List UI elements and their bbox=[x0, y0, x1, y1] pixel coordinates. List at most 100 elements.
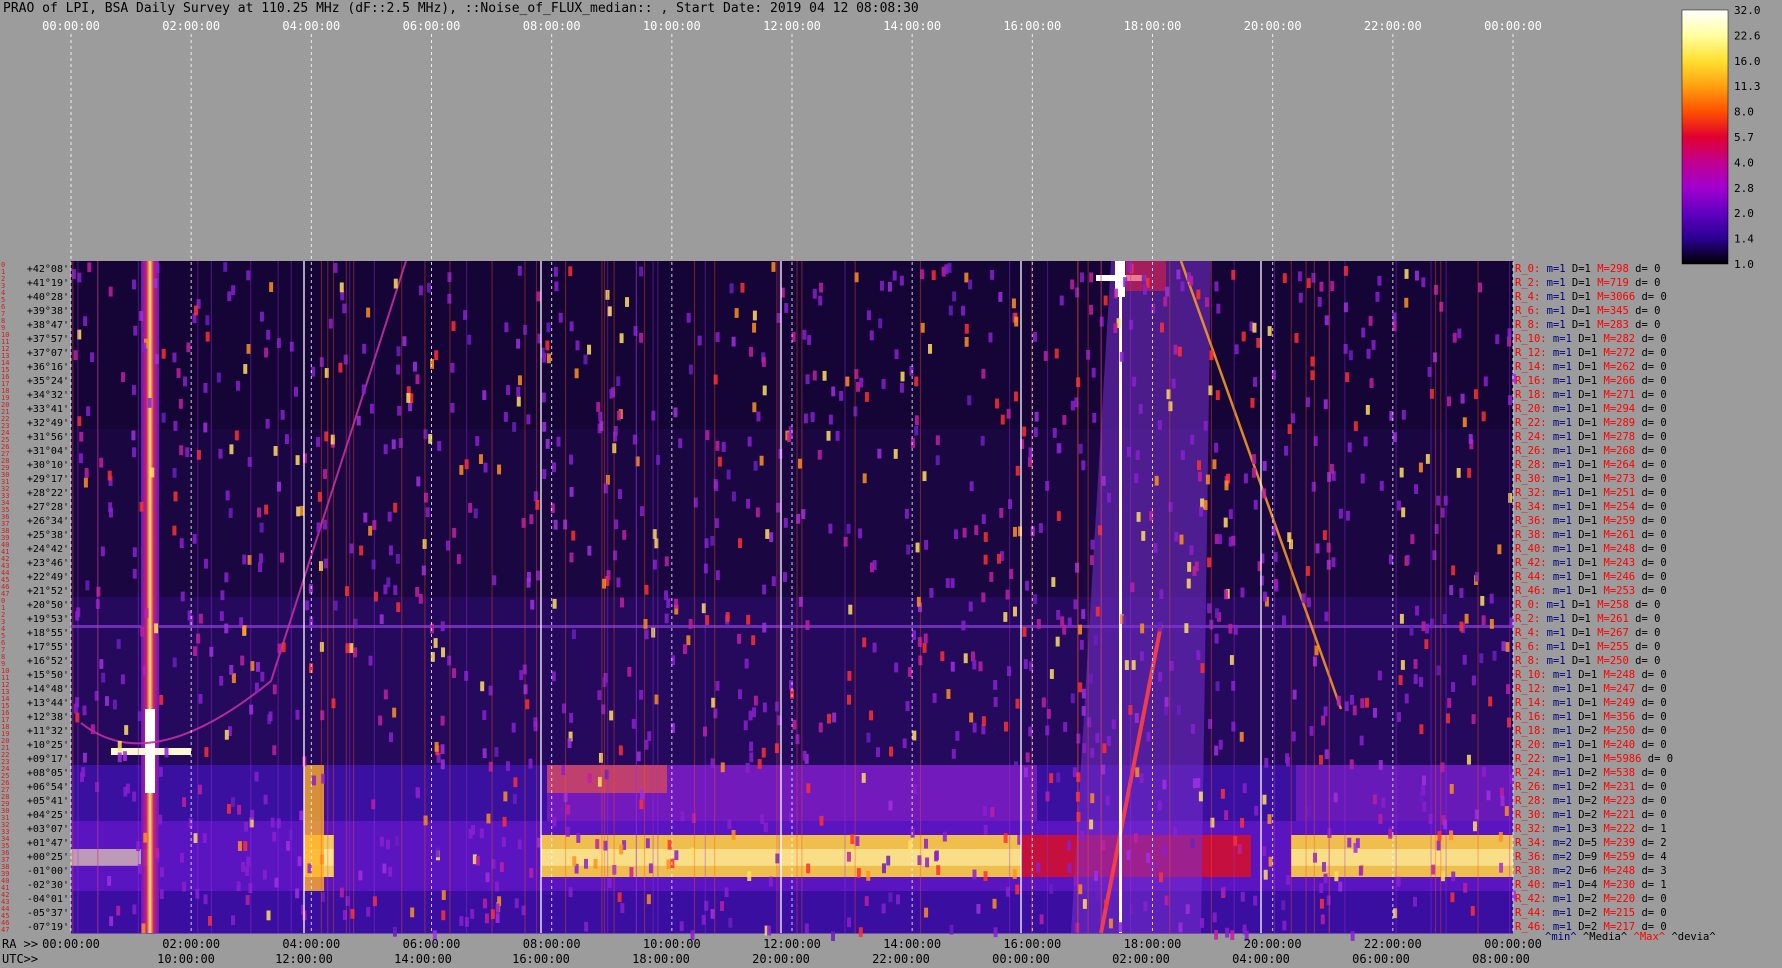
noise-pixel bbox=[753, 695, 758, 706]
noise-pixel bbox=[864, 392, 869, 402]
noise-pixel bbox=[1281, 615, 1286, 626]
row-stat-d: D=1 bbox=[1566, 319, 1591, 331]
declination-label: +39°38' bbox=[27, 306, 69, 317]
noise-pixel bbox=[1336, 695, 1341, 706]
noise-pixel bbox=[1072, 767, 1077, 778]
noise-pixel bbox=[680, 811, 685, 822]
row-number: 47 bbox=[1, 926, 9, 934]
noise-pixel bbox=[517, 375, 522, 386]
interference-stripe bbox=[1440, 261, 1442, 933]
noise-pixel bbox=[1352, 705, 1357, 716]
ra-axis-tick: 02:00:00 bbox=[162, 937, 220, 951]
noise-pixel bbox=[752, 402, 757, 413]
noise-pixel bbox=[198, 693, 203, 704]
noise-pixel bbox=[197, 784, 202, 795]
noise-pixel bbox=[902, 738, 907, 749]
noise-pixel bbox=[905, 701, 910, 711]
row-stat-max: M=248 bbox=[1597, 865, 1635, 877]
row-stat-r: R_40: bbox=[1515, 879, 1547, 891]
noise-pixel bbox=[224, 623, 229, 634]
noise-pixel bbox=[981, 724, 986, 735]
noise-pixel bbox=[480, 681, 485, 692]
noise-pixel bbox=[636, 751, 641, 762]
declination-label: +19°53' bbox=[27, 614, 69, 625]
row-stat: R_30: m=1 D=2 M=221 d= 0 bbox=[1515, 809, 1667, 821]
noise-pixel bbox=[996, 553, 1001, 564]
noise-pixel bbox=[343, 354, 348, 365]
row-stat-r: R_6: bbox=[1515, 641, 1540, 653]
noise-pixel bbox=[482, 390, 487, 401]
noise-pixel bbox=[1471, 714, 1476, 724]
row-stat: R_34: m=1 D=1 M=254 d= 0 bbox=[1515, 501, 1667, 513]
row-stat-dev: d= 0 bbox=[1635, 445, 1667, 457]
noise-pixel bbox=[246, 856, 251, 867]
noise-pixel bbox=[818, 295, 823, 306]
noise-pixel bbox=[597, 690, 602, 701]
noise-pixel bbox=[1049, 884, 1054, 894]
noise-pixel bbox=[1368, 315, 1373, 326]
noise-pixel bbox=[387, 511, 392, 522]
noise-pixel bbox=[1063, 722, 1068, 732]
noise-pixel bbox=[819, 282, 824, 293]
noise-pixel bbox=[1225, 927, 1230, 938]
row-stat-max: M=271 bbox=[1597, 389, 1635, 401]
noise-pixel bbox=[259, 311, 264, 322]
noise-pixel bbox=[512, 794, 517, 805]
row-stat-dev: d= 0 bbox=[1635, 767, 1667, 779]
noise-pixel bbox=[243, 364, 248, 374]
noise-pixel bbox=[297, 856, 302, 867]
noise-pixel bbox=[674, 598, 679, 609]
noise-pixel bbox=[286, 840, 291, 851]
noise-pixel bbox=[664, 556, 669, 567]
noise-pixel bbox=[1319, 898, 1324, 909]
declination-label: +10°25' bbox=[27, 740, 69, 751]
noise-pixel bbox=[1377, 670, 1382, 681]
heatmap-row bbox=[71, 373, 1513, 388]
noise-pixel bbox=[131, 279, 136, 290]
noise-pixel bbox=[1078, 624, 1083, 635]
noise-pixel bbox=[223, 262, 228, 272]
noise-pixel bbox=[497, 464, 502, 475]
noise-pixel bbox=[769, 532, 774, 543]
noise-pixel bbox=[1015, 884, 1020, 895]
noise-pixel bbox=[845, 376, 850, 387]
noise-pixel bbox=[1126, 850, 1131, 860]
ra-axis-tick: 04:00:00 bbox=[282, 937, 340, 951]
noise-pixel bbox=[1176, 269, 1181, 280]
noise-pixel bbox=[1459, 621, 1464, 632]
row-stat-r: R_8: bbox=[1515, 319, 1540, 331]
heatmap-row bbox=[71, 499, 1513, 514]
noise-pixel bbox=[1253, 895, 1258, 906]
noise-pixel bbox=[1324, 315, 1329, 326]
noise-pixel bbox=[312, 775, 317, 786]
noise-pixel bbox=[186, 342, 191, 353]
noise-pixel bbox=[674, 850, 679, 861]
row-stat-dev: d= 0 bbox=[1635, 893, 1667, 905]
noise-pixel bbox=[1179, 534, 1184, 545]
row-numbers: 0123456789101112131415161718192021222324… bbox=[1, 261, 9, 934]
noise-pixel bbox=[862, 473, 867, 484]
noise-pixel bbox=[441, 890, 446, 900]
noise-pixel bbox=[1212, 459, 1217, 470]
interference-stripe bbox=[197, 261, 199, 933]
noise-pixel bbox=[1404, 269, 1409, 279]
noise-pixel bbox=[1311, 481, 1316, 492]
utc-axis-tick: 22:00:00 bbox=[872, 952, 930, 966]
row-stat: R_8: m=1 D=1 M=283 d= 0 bbox=[1515, 319, 1660, 331]
row-stat-r: R_42: bbox=[1515, 557, 1547, 569]
noise-pixel bbox=[90, 724, 95, 735]
noise-pixel bbox=[1196, 778, 1201, 788]
noise-pixel bbox=[1298, 292, 1303, 303]
noise-pixel bbox=[737, 633, 742, 644]
row-stat-r: R_36: bbox=[1515, 515, 1547, 527]
noise-pixel bbox=[1095, 606, 1100, 617]
noise-pixel bbox=[1102, 743, 1107, 754]
interference-stripe bbox=[776, 261, 778, 933]
noise-pixel bbox=[670, 858, 675, 869]
row-stat-max: M=719 bbox=[1591, 277, 1629, 289]
noise-pixel bbox=[1481, 411, 1486, 422]
noise-pixel bbox=[418, 593, 423, 604]
noise-pixel bbox=[1292, 689, 1297, 700]
declination-label: +08°05' bbox=[27, 768, 69, 779]
row-stat-r: R_2: bbox=[1515, 277, 1540, 289]
